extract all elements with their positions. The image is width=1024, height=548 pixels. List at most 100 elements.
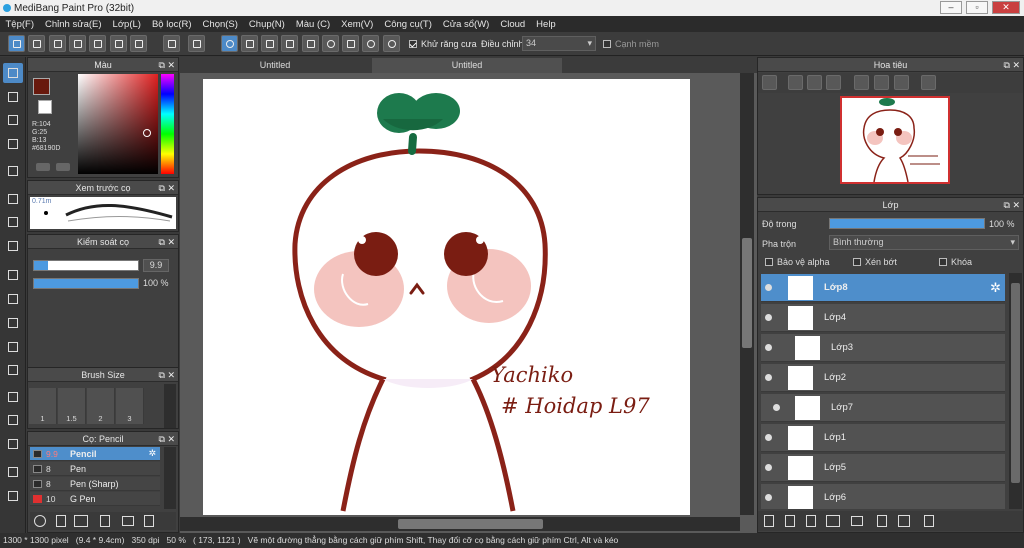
brush-size-value[interactable]: 9.9 <box>143 259 169 272</box>
primary-color-swatch[interactable] <box>33 78 50 95</box>
rotate-left-icon[interactable] <box>854 75 869 90</box>
brush-size-option[interactable]: 1 <box>29 388 57 424</box>
text-tool-icon[interactable] <box>3 387 23 407</box>
close-icon[interactable]: ⧉ ✕ <box>159 368 175 382</box>
menu-window[interactable]: Cửa sổ(W) <box>437 19 494 30</box>
menu-view[interactable]: Xem(V) <box>336 19 379 30</box>
close-button[interactable]: ✕ <box>992 1 1020 14</box>
brush-item[interactable]: 8 Pen <box>30 462 160 476</box>
layer-row[interactable]: Lớp3 <box>761 334 1005 362</box>
copy-brush-icon[interactable] <box>100 515 110 527</box>
gear-icon[interactable]: ✲ <box>148 448 156 459</box>
magic-wand-icon[interactable] <box>3 313 23 333</box>
close-icon[interactable]: ⧉ ✕ <box>159 432 175 446</box>
menu-capture[interactable]: Chụp(N) <box>243 19 290 30</box>
blend-mode-dropdown[interactable]: Bình thường ▾ <box>829 235 1019 250</box>
layer-row[interactable]: Lớp8 ✲ <box>761 274 1005 302</box>
gradient-tool-icon[interactable] <box>3 236 23 256</box>
brush-size-slider[interactable] <box>33 260 139 271</box>
navigator-preview[interactable] <box>840 96 950 184</box>
folder-icon[interactable] <box>851 516 863 526</box>
layer-row[interactable]: Lớp6 <box>761 484 1005 509</box>
rect-tool-icon[interactable] <box>3 189 23 209</box>
select-pen-icon[interactable] <box>3 337 23 357</box>
close-icon[interactable]: ⧉ ✕ <box>159 58 175 72</box>
zoom-in-icon[interactable] <box>788 75 803 90</box>
eye-icon[interactable] <box>765 284 772 291</box>
dot-tool-icon[interactable] <box>3 110 23 130</box>
select-eraser-icon[interactable] <box>3 360 23 380</box>
layer-row[interactable]: Lớp2 <box>761 364 1005 392</box>
parallel-snap-icon[interactable] <box>241 35 258 52</box>
brush-size-option[interactable]: 3 <box>116 388 144 424</box>
panel-icon[interactable] <box>110 35 127 52</box>
ellipse-snap-icon[interactable] <box>362 35 379 52</box>
brush-item[interactable]: 8 Pen (Sharp) <box>30 477 160 491</box>
eraser-tool-icon[interactable] <box>3 87 23 107</box>
rotate-right-icon[interactable] <box>894 75 909 90</box>
menu-layer[interactable]: Lớp(L) <box>107 19 146 30</box>
pen-tool-icon[interactable] <box>3 134 23 154</box>
layer-row[interactable]: Lớp1 <box>761 424 1005 452</box>
drawing-canvas[interactable]: Yachiko # Hoidap L97 <box>203 79 690 515</box>
layer-row[interactable]: Lớp5 <box>761 454 1005 482</box>
gear-icon[interactable] <box>383 35 400 52</box>
comment-icon[interactable] <box>49 35 66 52</box>
eye-icon[interactable] <box>765 314 772 321</box>
duplicate-icon[interactable] <box>144 515 154 527</box>
menu-cloud[interactable]: Cloud <box>495 19 531 30</box>
menu-edit[interactable]: Chỉnh sửa(E) <box>40 19 108 30</box>
new-halftone-layer-icon[interactable] <box>785 515 795 527</box>
brush-list-scrollbar[interactable] <box>164 447 176 509</box>
hue-slider[interactable] <box>161 74 174 174</box>
secondary-color-swatch[interactable] <box>38 100 52 114</box>
canvas-horizontal-scrollbar[interactable] <box>180 517 740 531</box>
brush-tool-icon[interactable] <box>3 63 23 83</box>
page-icon[interactable] <box>89 35 106 52</box>
close-icon[interactable]: ⧉ ✕ <box>159 235 175 249</box>
merge-layer-icon[interactable] <box>898 515 910 527</box>
brush-item[interactable]: 10 G Pen <box>30 492 160 506</box>
menu-file[interactable]: Tệp(F) <box>0 19 40 30</box>
circle-snap-icon[interactable] <box>322 35 339 52</box>
grid-icon[interactable] <box>130 35 147 52</box>
redo-icon[interactable] <box>188 35 205 52</box>
curve-snap-icon[interactable] <box>342 35 359 52</box>
eye-icon[interactable] <box>773 404 780 411</box>
layer-row[interactable]: Lớp4 <box>761 304 1005 332</box>
brush-item[interactable]: 9.9 Pencil ✲ <box>30 447 160 461</box>
vanishing-point-icon[interactable] <box>281 35 298 52</box>
maximize-button[interactable]: ▫ <box>966 1 988 14</box>
saturation-value-picker[interactable] <box>78 74 158 174</box>
protect-alpha-checkbox[interactable] <box>765 258 773 266</box>
lasso-tool-icon[interactable] <box>3 289 23 309</box>
eye-icon[interactable] <box>765 494 772 501</box>
share-icon[interactable] <box>28 35 45 52</box>
close-icon[interactable]: ⧉ ✕ <box>1004 198 1020 212</box>
fill-tool-icon[interactable] <box>3 212 23 232</box>
eyedropper-icon[interactable] <box>3 462 23 482</box>
new-layer-icon[interactable] <box>764 515 774 527</box>
gear-icon[interactable]: ✲ <box>990 280 1001 296</box>
undo-icon[interactable] <box>163 35 180 52</box>
cloud-icon[interactable] <box>8 35 25 52</box>
reset-rotation-icon[interactable] <box>874 75 889 90</box>
menu-select[interactable]: Chọn(S) <box>197 19 243 30</box>
menu-help[interactable]: Help <box>531 19 562 30</box>
close-icon[interactable]: ⧉ ✕ <box>159 181 175 195</box>
layer-opacity-slider[interactable] <box>829 218 985 229</box>
brush-size-option[interactable]: 2 <box>87 388 115 424</box>
tab-untitled-2[interactable]: Untitled <box>372 58 562 73</box>
new-8bit-layer-icon[interactable] <box>806 515 816 527</box>
chat-icon[interactable] <box>69 35 86 52</box>
canvas-vertical-scrollbar[interactable] <box>740 73 754 515</box>
correction-dropdown[interactable]: 34 ▾ <box>522 36 596 51</box>
brush-size-option[interactable]: 1.5 <box>58 388 86 424</box>
menu-color[interactable]: Màu (C) <box>290 19 335 30</box>
fit-screen-icon[interactable] <box>807 75 822 90</box>
cross-snap-icon[interactable] <box>261 35 278 52</box>
eye-icon[interactable] <box>765 344 772 351</box>
lock-checkbox[interactable] <box>939 258 947 266</box>
divide-tool-icon[interactable] <box>3 434 23 454</box>
menu-tools[interactable]: Công cụ(T) <box>379 19 438 30</box>
